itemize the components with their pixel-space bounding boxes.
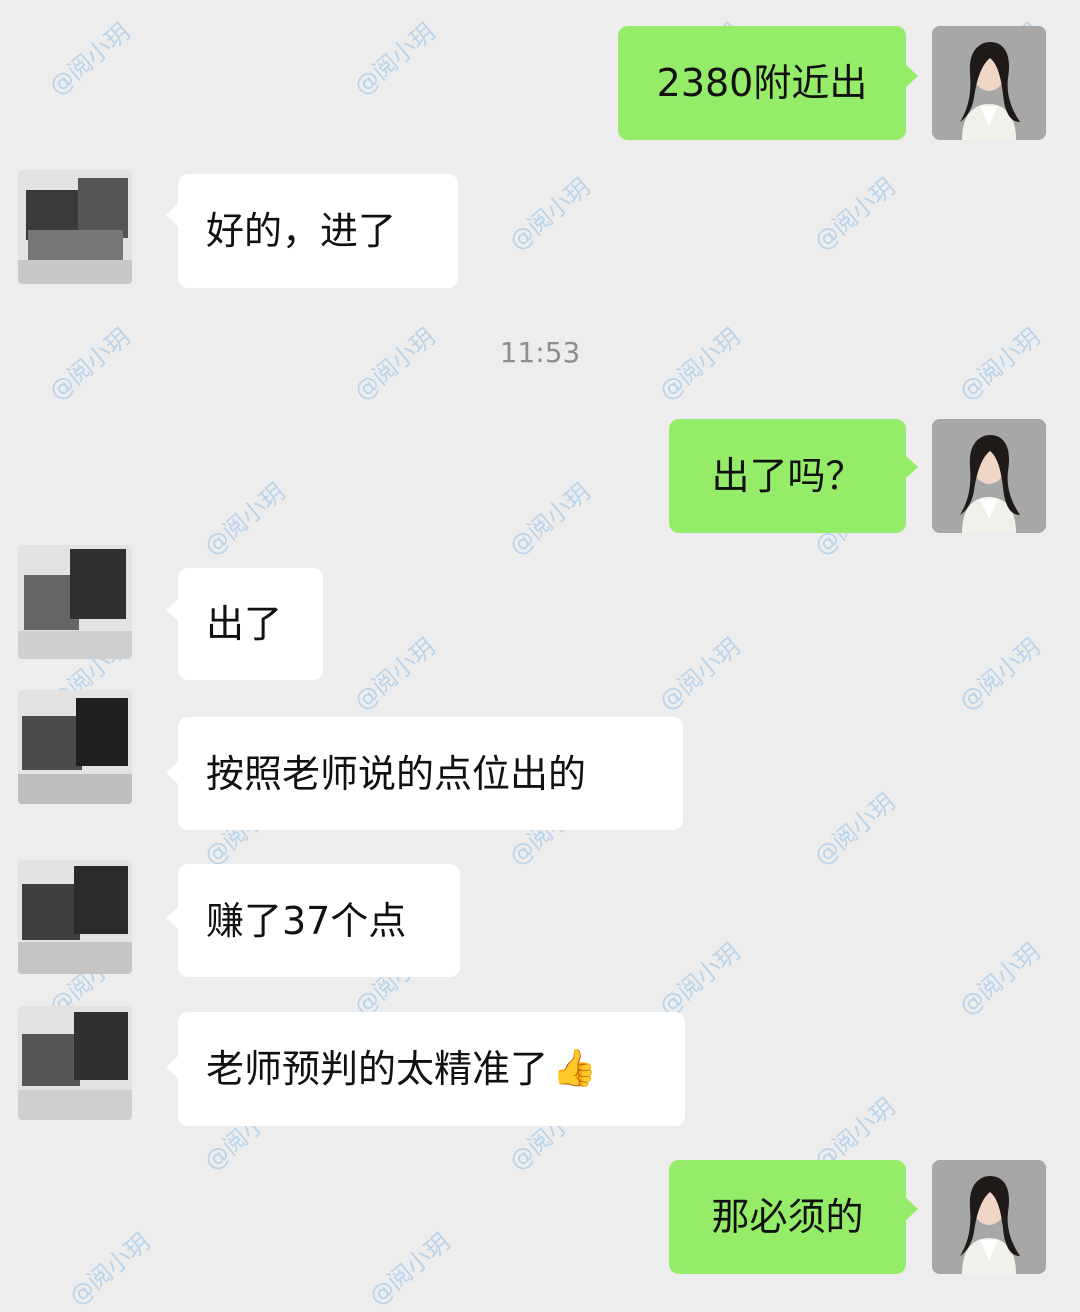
- watermark: @阅小玥: [653, 632, 746, 716]
- watermark: @阅小玥: [43, 17, 136, 101]
- watermark: @阅小玥: [808, 787, 901, 871]
- message-text: 好的，进了: [206, 209, 397, 253]
- bubble-tail: [905, 455, 918, 479]
- message-text: 出了吗？: [711, 454, 864, 498]
- user-avatar-icon: [18, 1006, 132, 1120]
- user-avatar[interactable]: [18, 1006, 132, 1120]
- message-bubble-outgoing[interactable]: 2380附近出: [618, 26, 906, 140]
- user-avatar-icon: [18, 860, 132, 974]
- user-avatar[interactable]: [18, 545, 132, 659]
- watermark: @阅小玥: [63, 1227, 156, 1311]
- user-avatar-icon: [18, 170, 132, 284]
- message-text: 老师预判的太精准了: [206, 1047, 549, 1091]
- thumbs-up-icon: 👍: [552, 1048, 597, 1089]
- message-text: 那必须的: [711, 1195, 864, 1239]
- message-bubble-incoming[interactable]: 赚了37个点: [178, 864, 460, 977]
- watermark: @阅小玥: [363, 1227, 456, 1311]
- bubble-tail: [905, 1197, 918, 1221]
- person-avatar-icon: [932, 26, 1046, 140]
- user-avatar[interactable]: [18, 690, 132, 804]
- message-bubble-incoming[interactable]: 老师预判的太精准了 👍: [178, 1012, 685, 1126]
- message-bubble-incoming[interactable]: 按照老师说的点位出的: [178, 717, 683, 830]
- watermark: @阅小玥: [503, 477, 596, 561]
- watermark: @阅小玥: [348, 17, 441, 101]
- user-avatar[interactable]: [18, 860, 132, 974]
- user-avatar[interactable]: [18, 170, 132, 284]
- message-bubble-outgoing[interactable]: 那必须的: [669, 1160, 906, 1274]
- message-bubble-outgoing[interactable]: 出了吗？: [669, 419, 906, 533]
- message-text: 赚了37个点: [206, 898, 407, 943]
- message-bubble-incoming[interactable]: 出了: [178, 568, 323, 680]
- user-avatar-icon: [18, 690, 132, 804]
- watermark: @阅小玥: [953, 632, 1046, 716]
- watermark: @阅小玥: [348, 632, 441, 716]
- teacher-avatar[interactable]: [932, 26, 1046, 140]
- person-avatar-icon: [932, 1160, 1046, 1274]
- user-avatar-icon: [18, 545, 132, 659]
- watermark: @阅小玥: [953, 937, 1046, 1021]
- watermark: @阅小玥: [198, 477, 291, 561]
- watermark: @阅小玥: [503, 172, 596, 256]
- watermark: @阅小玥: [808, 172, 901, 256]
- message-timestamp: 11:53: [499, 336, 581, 369]
- teacher-avatar[interactable]: [932, 1160, 1046, 1274]
- watermark: @阅小玥: [653, 937, 746, 1021]
- message-bubble-incoming[interactable]: 好的，进了: [178, 174, 458, 288]
- message-text: 2380附近出: [656, 61, 868, 105]
- teacher-avatar[interactable]: [932, 419, 1046, 533]
- person-avatar-icon: [932, 419, 1046, 533]
- message-text: 出了: [206, 602, 283, 646]
- message-text: 按照老师说的点位出的: [206, 751, 587, 796]
- bubble-tail: [905, 64, 918, 88]
